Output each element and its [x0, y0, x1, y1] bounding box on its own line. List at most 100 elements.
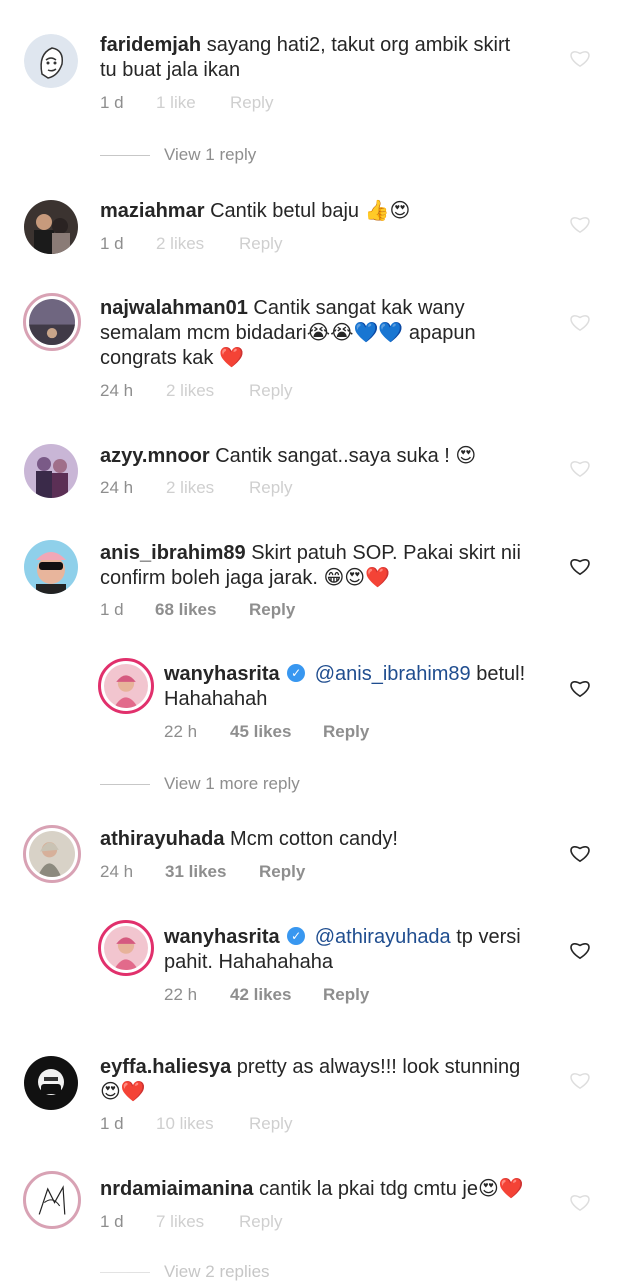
- avatar-illustration-icon: [24, 34, 78, 88]
- avatar[interactable]: [24, 34, 78, 88]
- reply-text: wanyhasrita ✓ @anis_ibrahim89 betul! Hah…: [164, 663, 526, 710]
- view-replies-button[interactable]: View 1 reply: [100, 145, 400, 165]
- reply-button[interactable]: Reply: [249, 1114, 292, 1134]
- verified-badge-icon: ✓: [287, 664, 306, 683]
- likes-count[interactable]: 68 likes: [155, 600, 216, 620]
- comment-time: 22 h: [164, 985, 198, 1004]
- comment-username[interactable]: athirayuhada: [100, 828, 224, 850]
- mention-link[interactable]: @athirayuhada: [315, 926, 451, 948]
- comment-time: 22 h: [164, 722, 198, 741]
- avatar[interactable]: [24, 540, 78, 594]
- like-heart-icon[interactable]: [569, 843, 591, 863]
- avatar-photo-icon: [29, 299, 75, 345]
- comment-username[interactable]: anis_ibrahim89: [100, 542, 246, 564]
- likes-count[interactable]: 10 likes: [156, 1114, 214, 1134]
- comment-username[interactable]: nrdamiaimanina: [100, 1178, 253, 1200]
- avatar-photo-icon: [24, 200, 78, 254]
- reply-button[interactable]: Reply: [239, 234, 282, 254]
- avatar[interactable]: [24, 200, 78, 254]
- avatar[interactable]: [24, 444, 78, 498]
- comment-text: anis_ibrahim89 Skirt patuh SOP. Pakai sk…: [100, 542, 521, 589]
- avatar-photo-icon: [24, 1056, 78, 1110]
- reply-button[interactable]: Reply: [323, 985, 369, 1005]
- comment-text: nrdamiaimanina cantik la pkai tdg cmtu j…: [100, 1178, 524, 1200]
- avatar-photo-icon: [29, 831, 75, 877]
- comment-meta: 24 h 31 likes Reply: [100, 862, 400, 882]
- avatar[interactable]: [98, 920, 154, 976]
- comment-time: 1 d: [100, 1212, 124, 1231]
- likes-count[interactable]: 7 likes: [156, 1212, 204, 1232]
- likes-count[interactable]: 2 likes: [166, 381, 214, 401]
- comment-username[interactable]: maziahmar: [100, 200, 205, 222]
- reply-button[interactable]: Reply: [323, 722, 369, 742]
- like-heart-icon[interactable]: [569, 556, 591, 576]
- comment-text: athirayuhada Mcm cotton candy!: [100, 828, 398, 850]
- likes-count[interactable]: 31 likes: [165, 862, 226, 882]
- like-heart-icon[interactable]: [569, 678, 591, 698]
- like-heart-icon[interactable]: [569, 458, 591, 478]
- reply-button[interactable]: Reply: [239, 1212, 282, 1232]
- comment-text: eyffa.haliesya pretty as always!!! look …: [100, 1056, 521, 1103]
- reply-button[interactable]: Reply: [249, 381, 292, 401]
- comment-meta: 22 h 42 likes Reply: [164, 985, 464, 1005]
- divider-line: [100, 1272, 150, 1273]
- reply-button[interactable]: Reply: [230, 93, 273, 113]
- avatar-photo-icon: [104, 664, 148, 708]
- comment-meta: 1 d 2 likes Reply: [100, 234, 400, 254]
- comment-time: 24 h: [100, 862, 134, 881]
- reply-button[interactable]: Reply: [259, 862, 305, 882]
- like-heart-icon[interactable]: [569, 48, 591, 68]
- comment-meta: 24 h 2 likes Reply: [100, 478, 400, 498]
- divider-line: [100, 784, 150, 785]
- comment-meta: 24 h 2 likes Reply: [100, 381, 400, 401]
- comment-time: 1 d: [100, 600, 124, 619]
- verified-badge-icon: ✓: [287, 927, 306, 946]
- view-more-replies-button[interactable]: View 1 more reply: [100, 774, 400, 794]
- reply-button[interactable]: Reply: [249, 478, 292, 498]
- comment-text: faridemjah sayang hati2, takut org ambik…: [100, 34, 511, 81]
- avatar[interactable]: [23, 293, 81, 351]
- comment-time: 1 d: [100, 234, 124, 253]
- likes-count[interactable]: 1 like: [156, 93, 196, 113]
- comment-time: 24 h: [100, 381, 134, 400]
- likes-count[interactable]: 2 likes: [156, 234, 204, 254]
- comment-username[interactable]: najwalahman01: [100, 297, 248, 319]
- avatar-photo-icon: [24, 540, 78, 594]
- avatar-photo-icon: [104, 926, 148, 970]
- comment-meta: 1 d 68 likes Reply: [100, 600, 400, 620]
- divider-line: [100, 155, 150, 156]
- reply-text: wanyhasrita ✓ @athirayuhada tp versi pah…: [164, 926, 521, 973]
- likes-count[interactable]: 45 likes: [230, 722, 291, 742]
- comment-username[interactable]: eyffa.haliesya: [100, 1056, 231, 1078]
- like-heart-icon[interactable]: [569, 1070, 591, 1090]
- comment-username[interactable]: wanyhasrita: [164, 663, 280, 685]
- avatar-illustration-icon: [29, 1177, 75, 1223]
- like-heart-icon[interactable]: [569, 214, 591, 234]
- reply-button[interactable]: Reply: [249, 600, 295, 620]
- comment-time: 1 d: [100, 1114, 124, 1133]
- comment-time: 1 d: [100, 93, 124, 112]
- likes-count[interactable]: 2 likes: [166, 478, 214, 498]
- avatar[interactable]: [23, 825, 81, 883]
- comment-meta: 1 d 10 likes Reply: [100, 1114, 400, 1134]
- comment-meta: 1 d 7 likes Reply: [100, 1212, 400, 1232]
- avatar[interactable]: [98, 658, 154, 714]
- like-heart-icon[interactable]: [569, 1192, 591, 1212]
- comment-username[interactable]: wanyhasrita: [164, 926, 280, 948]
- comment-text: azyy.mnoor Cantik sangat..saya suka ! 😍: [100, 445, 477, 467]
- comment-username[interactable]: faridemjah: [100, 34, 201, 56]
- avatar-photo-icon: [24, 444, 78, 498]
- like-heart-icon[interactable]: [569, 312, 591, 332]
- comment-time: 24 h: [100, 478, 134, 497]
- comment-text: maziahmar Cantik betul baju 👍😍: [100, 200, 411, 222]
- avatar[interactable]: [24, 1056, 78, 1110]
- mention-link[interactable]: @anis_ibrahim89: [315, 663, 471, 685]
- like-heart-icon[interactable]: [569, 940, 591, 960]
- view-replies-button[interactable]: View 2 replies: [100, 1262, 400, 1282]
- avatar[interactable]: [23, 1171, 81, 1229]
- comment-username[interactable]: azyy.mnoor: [100, 445, 210, 467]
- comment-text: najwalahman01 Cantik sangat kak wany sem…: [100, 297, 476, 369]
- likes-count[interactable]: 42 likes: [230, 985, 291, 1005]
- comment-meta: 22 h 45 likes Reply: [164, 722, 464, 742]
- comment-meta: 1 d 1 like Reply: [100, 93, 400, 113]
